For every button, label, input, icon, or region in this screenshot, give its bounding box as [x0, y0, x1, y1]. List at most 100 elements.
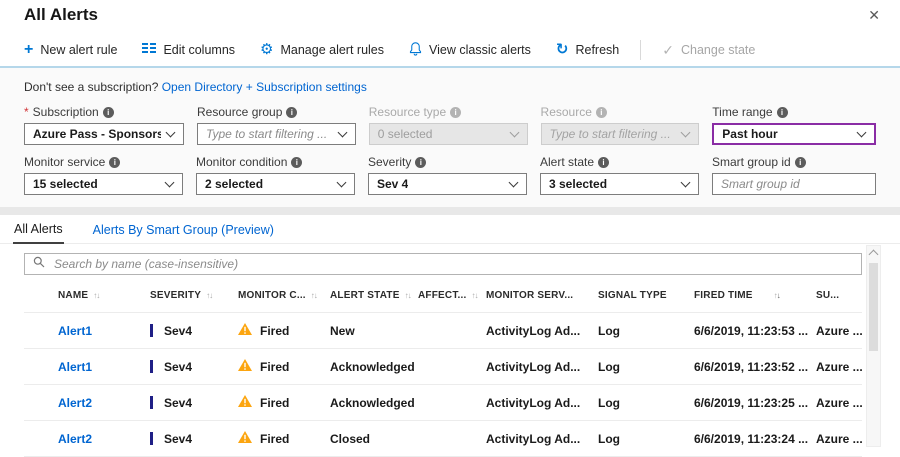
resource-type-dropdown: 0 selected [368, 123, 528, 145]
info-icon[interactable]: i [109, 156, 121, 168]
sort-icon-active: ↑↓ [773, 291, 781, 300]
required-asterisk: * [24, 105, 29, 119]
column-header-monitor-condition[interactable]: MONITOR C... ↑↓ [238, 290, 330, 301]
scrollbar-thumb[interactable] [869, 263, 878, 351]
tab-bar: All Alerts Alerts By Smart Group (Previe… [0, 215, 900, 244]
resource-type-filter: Resource type i 0 selected [368, 105, 528, 145]
vertical-scrollbar[interactable] [866, 245, 881, 447]
chevron-down-icon [165, 127, 176, 138]
resource-combobox [540, 123, 700, 145]
chevron-down-icon [337, 127, 348, 138]
column-header-signal-type[interactable]: SIGNAL TYPE [598, 290, 694, 301]
info-icon[interactable]: i [776, 106, 788, 118]
column-header-alert-state[interactable]: ALERT STATE ↑↓ [330, 290, 418, 301]
severity-dropdown[interactable]: Sev 4 [368, 173, 527, 195]
columns-icon [142, 42, 157, 57]
sort-icon: ↑↓ [404, 291, 412, 300]
chevron-down-icon [680, 127, 691, 138]
info-icon[interactable]: i [598, 156, 610, 168]
close-icon[interactable]: ✕ [864, 5, 884, 25]
alert-name-link[interactable]: Alert1 [58, 324, 92, 338]
open-directory-settings-link[interactable]: Open Directory + Subscription settings [162, 80, 367, 94]
view-classic-alerts-button[interactable]: View classic alerts [409, 41, 531, 59]
tab-alerts-by-smart-group[interactable]: Alerts By Smart Group (Preview) [92, 219, 275, 243]
new-alert-rule-button[interactable]: + New alert rule [24, 40, 117, 58]
alert-state-dropdown[interactable]: 3 selected [540, 173, 699, 195]
severity-bar [150, 324, 153, 337]
resource-group-filter: Resource group i [197, 105, 356, 145]
smart-group-id-input[interactable] [721, 177, 867, 191]
info-icon[interactable]: i [794, 156, 806, 168]
alert-name-link[interactable]: Alert2 [58, 396, 92, 410]
search-input[interactable] [52, 256, 853, 272]
plus-icon: + [24, 40, 34, 58]
resource-filter: Resource i [540, 105, 700, 145]
section-divider [0, 207, 900, 215]
filter-label: Resource [540, 105, 592, 119]
table-row[interactable]: Alert2 Sev4 Fired Acknowledged ActivityL… [24, 384, 862, 420]
refresh-icon: ↻ [555, 40, 569, 58]
sort-icon: ↑↓ [310, 291, 318, 300]
info-icon[interactable]: i [102, 106, 114, 118]
table-row[interactable]: Alert1 Sev4 Fired Acknowledged ActivityL… [24, 348, 862, 384]
filter-label: Monitor service [24, 155, 106, 169]
alert-state-filter: Alert state i 3 selected [540, 155, 699, 195]
smart-group-id-box[interactable] [712, 173, 876, 195]
search-box[interactable] [24, 253, 862, 275]
warning-icon [238, 431, 252, 446]
severity-bar [150, 360, 153, 373]
column-header-monitor-service[interactable]: MONITOR SERV... [486, 290, 598, 301]
alert-name-link[interactable]: Alert2 [58, 432, 92, 446]
monitor-service-dropdown[interactable]: 15 selected [24, 173, 183, 195]
info-icon: i [450, 106, 462, 118]
column-header-subscription[interactable]: SU... [816, 290, 862, 301]
refresh-button[interactable]: ↻ Refresh [555, 40, 620, 58]
notice-text: Don't see a subscription? [24, 80, 159, 94]
filter-label: Monitor condition [196, 155, 288, 169]
toolbar-label: Manage alert rules [280, 42, 385, 57]
sort-icon: ↑↓ [206, 291, 213, 300]
table-row[interactable]: Alert1 Sev4 Fired New ActivityLog Ad... … [24, 312, 862, 348]
severity-filter: Severity i Sev 4 [368, 155, 527, 195]
bell-icon [409, 41, 422, 59]
filter-label: Time range [712, 105, 773, 119]
severity-bar [150, 432, 153, 445]
toolbar-label: Refresh [575, 42, 620, 57]
subscription-filter: * Subscription i Azure Pass - Sponsorshi… [24, 105, 184, 145]
filter-label: Severity [368, 155, 412, 169]
info-icon[interactable]: i [291, 156, 303, 168]
tab-all-alerts[interactable]: All Alerts [13, 218, 64, 244]
column-header-severity[interactable]: SEVERITY ↑↓ [150, 290, 238, 301]
chevron-down-icon [164, 177, 175, 188]
column-header-fired-time[interactable]: FIRED TIME ↑↓ [694, 290, 816, 301]
gear-icon: ⚙ [260, 40, 274, 58]
resource-group-combobox[interactable] [197, 123, 356, 145]
filter-label: Resource group [197, 105, 283, 119]
alert-name-link[interactable]: Alert1 [58, 360, 92, 374]
filter-label: Alert state [540, 155, 595, 169]
filter-row-1: * Subscription i Azure Pass - Sponsorshi… [24, 105, 877, 145]
info-icon[interactable]: i [286, 106, 298, 118]
info-icon: i [595, 106, 607, 118]
column-header-name[interactable]: NAME ↑↓ [24, 290, 150, 301]
monitor-condition-dropdown[interactable]: 2 selected [196, 173, 355, 195]
check-icon: ✓ [662, 41, 674, 58]
resource-input [549, 127, 677, 141]
manage-alert-rules-button[interactable]: ⚙ Manage alert rules [260, 40, 385, 58]
time-range-dropdown[interactable]: Past hour [712, 123, 877, 145]
filter-label: Smart group id [712, 155, 791, 169]
column-header-affected[interactable]: AFFECT... ↑↓ [418, 290, 486, 301]
filter-label: Subscription [32, 105, 99, 119]
warning-icon [238, 359, 252, 374]
page-title: All Alerts [24, 5, 99, 24]
sort-icon: ↑↓ [471, 291, 478, 300]
sort-icon: ↑↓ [93, 291, 100, 300]
scroll-up-icon[interactable] [868, 249, 879, 260]
warning-icon [238, 395, 252, 410]
resource-group-input[interactable] [206, 127, 333, 141]
subscription-dropdown[interactable]: Azure Pass - Sponsorship [24, 123, 184, 145]
table-row[interactable]: Alert2 Sev4 Fired Closed ActivityLog Ad.… [24, 420, 862, 457]
edit-columns-button[interactable]: Edit columns [142, 42, 235, 57]
toolbar-label: Change state [681, 42, 756, 57]
info-icon[interactable]: i [415, 156, 427, 168]
